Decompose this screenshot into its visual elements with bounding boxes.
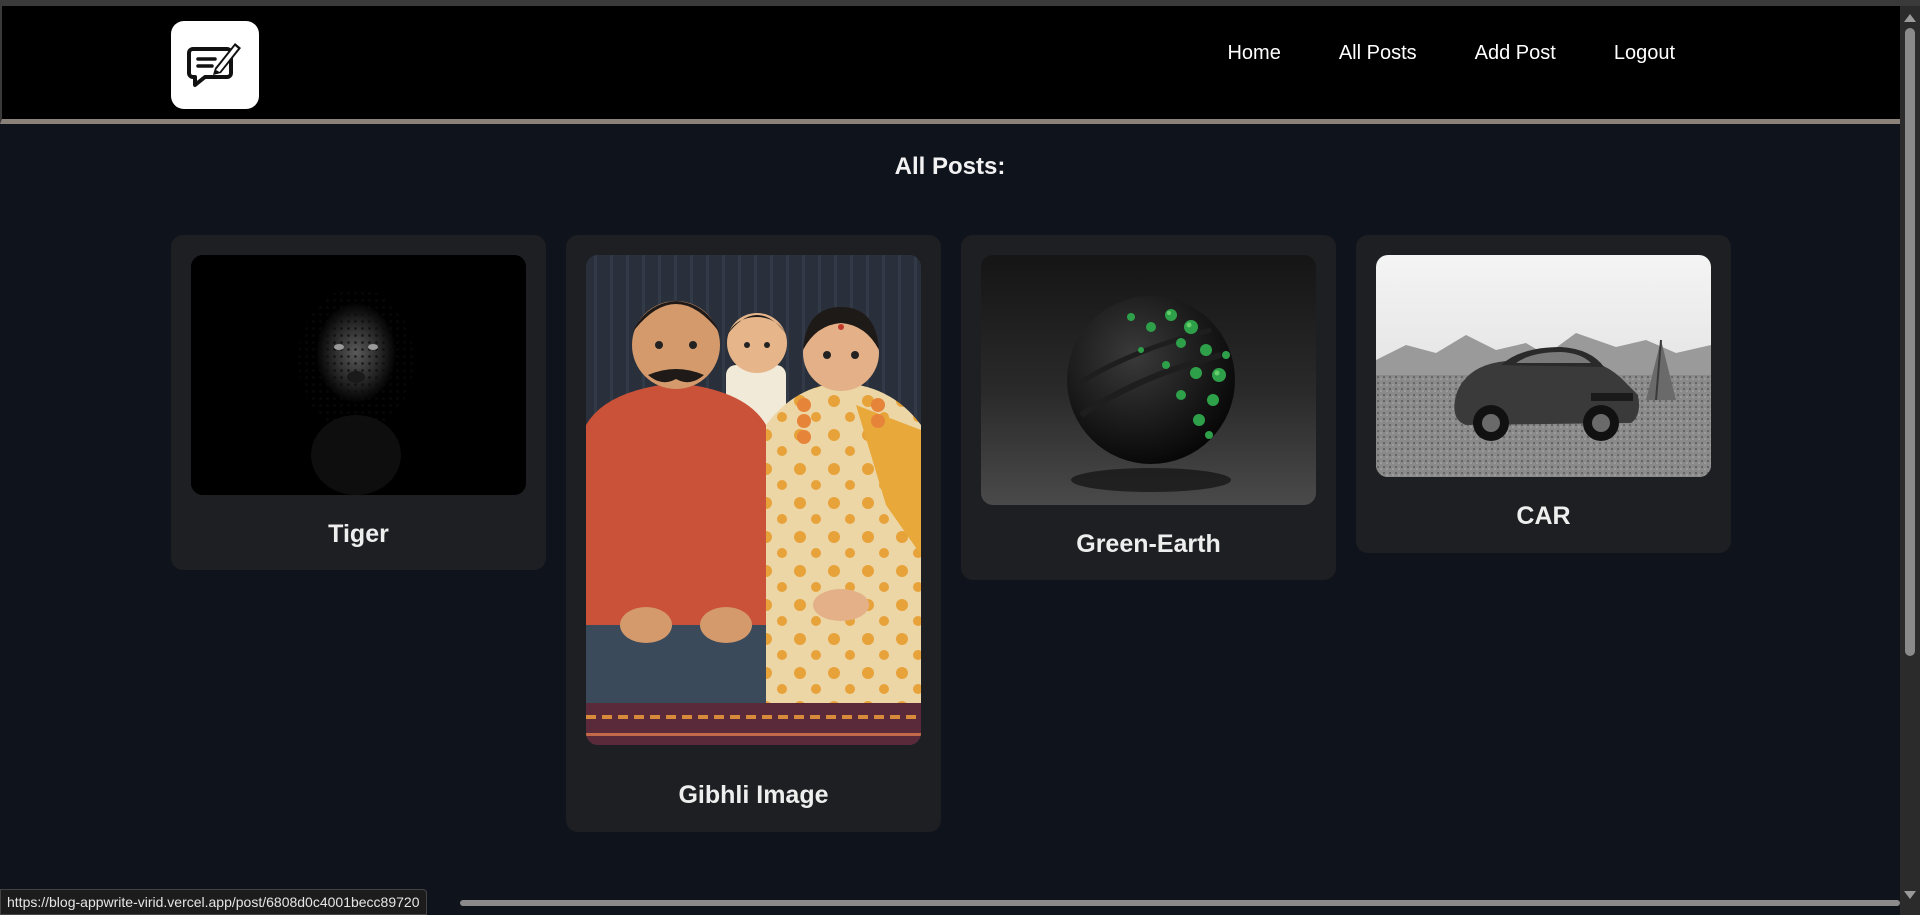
post-image-car — [1376, 255, 1711, 477]
post-title: Gibhli Image — [678, 781, 829, 809]
nav-logout[interactable]: Logout — [1585, 36, 1704, 71]
vertical-scrollbar[interactable] — [1900, 6, 1920, 915]
nav-add-post[interactable]: Add Post — [1446, 36, 1585, 71]
site-logo[interactable] — [171, 21, 259, 109]
site-header: Home All Posts Add Post Logout — [0, 6, 1900, 124]
scroll-down-icon[interactable] — [1904, 891, 1916, 899]
scroll-up-icon[interactable] — [1904, 14, 1916, 22]
post-card-tiger[interactable]: Tiger — [171, 235, 546, 570]
main-nav: Home All Posts Add Post Logout — [1198, 36, 1704, 71]
post-image-green-earth — [981, 255, 1316, 505]
edit-message-icon — [187, 43, 241, 87]
post-title: Tiger — [328, 520, 389, 548]
scrollbar-thumb[interactable] — [1905, 28, 1915, 656]
post-card-green-earth[interactable]: Green-Earth — [961, 235, 1336, 580]
post-image-gibhli — [586, 255, 921, 745]
post-title: Green-Earth — [1076, 530, 1221, 558]
nav-all-posts[interactable]: All Posts — [1310, 36, 1446, 71]
nav-home[interactable]: Home — [1198, 36, 1309, 71]
post-title: CAR — [1516, 502, 1571, 530]
post-image-tiger — [191, 255, 526, 495]
horizontal-scrollbar[interactable] — [460, 900, 1900, 906]
post-card-car[interactable]: CAR — [1356, 235, 1731, 553]
page-title: All Posts: — [894, 153, 1006, 180]
status-bar-url: https://blog-appwrite-virid.vercel.app/p… — [0, 889, 427, 915]
post-card-gibhli-image[interactable]: Gibhli Image — [566, 235, 941, 832]
